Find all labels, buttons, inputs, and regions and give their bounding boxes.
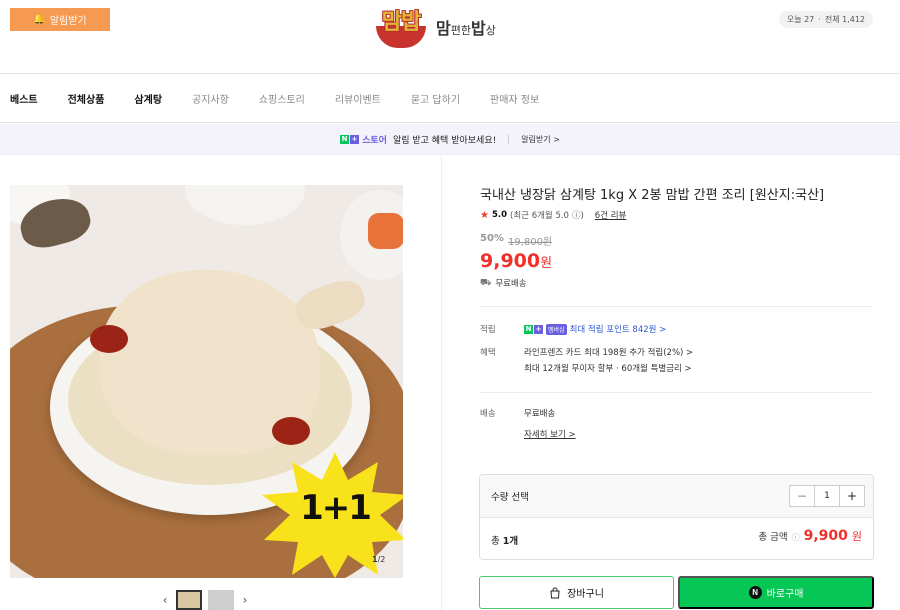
points-link[interactable]: N + 멤버십 최대 적립 포인트 842원 > <box>524 323 666 335</box>
banner-message: 알림 받고 혜택 받아보세요! <box>392 135 497 146</box>
image-pager: 1/2 <box>372 555 385 564</box>
nav-item-review-event[interactable]: 리뷰이벤트 <box>335 91 381 106</box>
nav-item-best[interactable]: 베스트 <box>10 91 38 106</box>
thumbnail-strip: ‹ › <box>160 590 250 610</box>
product-main-image[interactable]: 1+1 1/2 <box>10 185 403 578</box>
visitors-today: 오늘 27 <box>786 15 815 24</box>
rating-info-icon[interactable]: ⓘ) <box>572 209 584 221</box>
thumbnail-1[interactable] <box>176 590 202 610</box>
rating-score: 5.0 <box>491 210 508 220</box>
naver-n-icon: N <box>524 324 533 334</box>
delivery-label: 배송 <box>480 409 496 419</box>
nplus-icon: N + <box>524 324 543 334</box>
carrot-garnish <box>368 213 403 249</box>
nav-item-qna[interactable]: 묻고 답하기 <box>411 91 460 106</box>
benefit-installment-link[interactable]: 최대 12개월 무이자 할부 · 60개월 특별금리 > <box>524 362 692 374</box>
order-box: 수량 선택 − 1 + 총 1개 총 금액 ⓘ 9,900 원 <box>479 474 874 560</box>
original-price: 19,800원 <box>507 237 553 248</box>
add-to-cart-label: 장바구니 <box>567 589 604 600</box>
plus-icon: + <box>534 324 543 334</box>
plus-icon: + <box>350 134 360 144</box>
add-to-cart-button[interactable]: 장바구니 <box>479 576 674 609</box>
points-label: 적립 <box>480 325 496 335</box>
nav-item-all-products[interactable]: 전체상품 <box>68 91 105 106</box>
divider <box>480 392 873 393</box>
sale-price: 9,900원 <box>480 250 552 272</box>
rating-note: (최근 6개월 5.0 <box>510 211 569 221</box>
nplus-store-logo: N + 스토어 <box>340 133 387 146</box>
badge-label: 1+1 <box>300 488 372 528</box>
nav-item-seller-info[interactable]: 판매자 정보 <box>490 91 539 106</box>
quantity-plus-button[interactable]: + <box>840 486 864 506</box>
quantity-stepper: − 1 + <box>789 485 865 507</box>
quantity-row: 수량 선택 − 1 + <box>480 475 873 518</box>
thumbnail-2[interactable] <box>208 590 234 610</box>
thumb-next-arrow-icon[interactable]: › <box>240 593 250 607</box>
total-count: 총 1개 <box>491 533 518 547</box>
membership-badge: 멤버십 <box>546 323 567 335</box>
naver-pay-icon: N <box>748 586 762 599</box>
info-icon[interactable]: ⓘ <box>792 532 800 543</box>
alarm-button-label: 알림받기 <box>49 16 87 27</box>
banner-alarm-link[interactable]: 알림받기 > <box>521 134 560 145</box>
product-title: 국내산 냉장닭 삼계탕 1kg X 2봉 맘밥 간편 조리 [원산지:국산] <box>480 188 825 203</box>
nav-item-notice[interactable]: 공지사항 <box>192 91 229 106</box>
divider <box>480 306 873 307</box>
buy-now-label: 바로구매 <box>766 589 804 600</box>
logo-text-part-4: 상 <box>485 24 496 37</box>
benefit-card-link[interactable]: 라인프렌즈 카드 최대 198원 추가 적립(2%) > <box>524 346 693 358</box>
truck-icon: ⛟ <box>480 277 492 288</box>
logo-text-part-1: 맘 <box>436 19 451 38</box>
logo-text-part-2: 편한 <box>450 24 471 37</box>
nav-item-shopping-story[interactable]: 쇼핑스토리 <box>259 91 305 106</box>
logo-mark: 맘밥 <box>372 4 430 50</box>
total-count-prefix: 총 <box>491 536 500 547</box>
store-label: 스토어 <box>362 135 387 146</box>
benefit-label: 혜택 <box>480 348 496 358</box>
site-header: 🔔 알림받기 맘밥 맘편한밥상 오늘 27 · 전체 1,412 <box>0 0 900 74</box>
sale-price-value: 9,900 <box>480 250 541 272</box>
logo-mark-text: 맘밥 <box>381 10 421 35</box>
visitors-total: 전체 1,412 <box>824 15 865 24</box>
total-count-value: 1개 <box>502 536 519 547</box>
total-amount-label: 총 금액 <box>758 532 788 543</box>
logo-text-part-3: 밥 <box>470 19 486 38</box>
alarm-button[interactable]: 🔔 알림받기 <box>10 8 110 31</box>
total-amount-value: 9,900 <box>803 528 848 544</box>
shipping-text: 무료배송 <box>495 279 527 289</box>
jujube <box>272 417 310 445</box>
visitor-counter: 오늘 27 · 전체 1,412 <box>778 11 873 28</box>
sale-price-unit: 원 <box>540 256 553 271</box>
points-text: 최대 적립 포인트 842원 > <box>569 325 667 335</box>
nav-item-samgyetang[interactable]: 삼계탕 <box>134 91 162 106</box>
shopping-bag-icon <box>550 587 560 598</box>
logo-text: 맘편한밥상 <box>436 15 496 39</box>
discount-row: 50% 19,800원 <box>480 233 552 248</box>
column-divider <box>441 155 442 610</box>
jujube <box>90 325 128 353</box>
rating-row: ★ 5.0 (최근 6개월 5.0 ⓘ) 6건 리뷰 <box>480 209 627 222</box>
quantity-label: 수량 선택 <box>491 492 529 503</box>
total-amount: 총 금액 ⓘ 9,900 원 <box>758 528 862 544</box>
store-logo[interactable]: 맘밥 맘편한밥상 <box>372 4 496 50</box>
quantity-input[interactable]: 1 <box>814 486 840 506</box>
rice-plate <box>185 185 305 225</box>
delivery-value: 무료배송 <box>524 409 556 419</box>
buy-now-button[interactable]: N 바로구매 <box>678 576 874 609</box>
thumb-prev-arrow-icon[interactable]: ‹ <box>160 593 170 607</box>
category-nav: 베스트 전체상품 삼계탕 공지사항 쇼핑스토리 리뷰이벤트 묻고 답하기 판매자… <box>0 74 900 123</box>
notification-banner: N + 스토어 알림 받고 혜택 받아보세요! 알림받기 > <box>0 124 900 155</box>
visitors-separator: · <box>818 15 821 24</box>
total-amount-unit: 원 <box>851 530 862 543</box>
banner-divider <box>508 134 510 144</box>
discount-rate: 50% <box>480 233 504 244</box>
review-count-link[interactable]: 6건 리뷰 <box>595 209 627 221</box>
naver-n-icon: N <box>340 134 350 144</box>
bell-icon: 🔔 <box>33 14 46 25</box>
pager-total: /2 <box>377 555 386 564</box>
quantity-minus-button[interactable]: − <box>790 486 814 506</box>
delivery-detail-link[interactable]: 자세히 보기 > <box>524 428 576 440</box>
shipping-row: ⛟ 무료배송 <box>480 277 527 290</box>
star-icon: ★ <box>480 209 489 221</box>
